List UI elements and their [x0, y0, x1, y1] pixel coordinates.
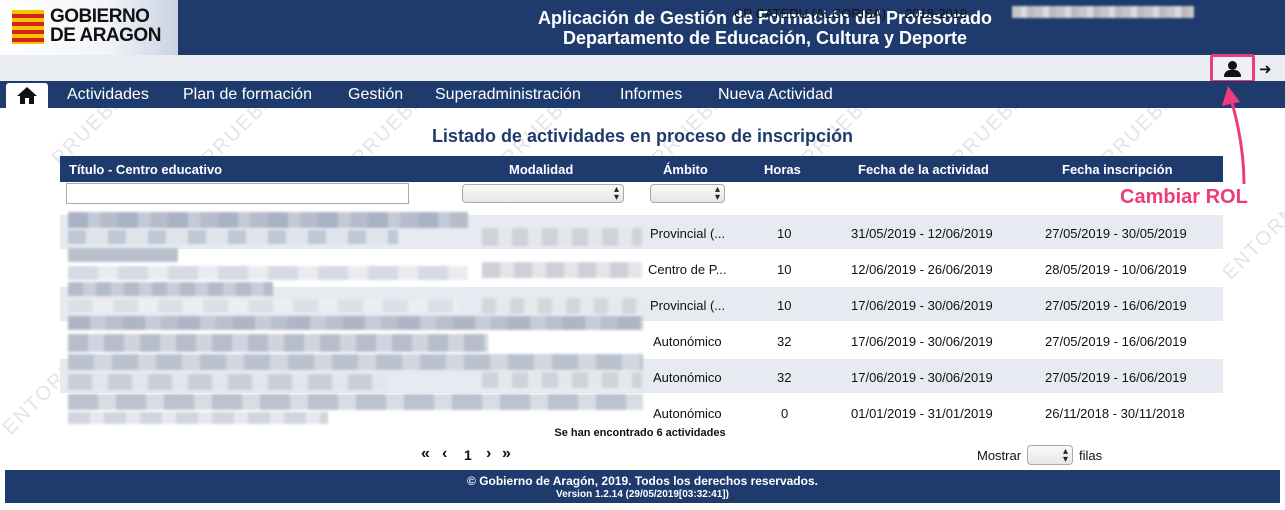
school-name: CP CATEDU (ALCORISA)	[734, 6, 886, 21]
column-header-titulo[interactable]: Título - Centro educativo	[69, 162, 222, 177]
row-horas: 32	[777, 334, 792, 349]
logo-text-line2: DE ARAGON	[50, 25, 161, 46]
row-fecha-actividad: 12/06/2019 - 26/06/2019	[851, 262, 993, 277]
column-header-horas[interactable]: Horas	[764, 162, 801, 177]
table-header	[60, 156, 1223, 182]
user-name-redacted	[1012, 6, 1194, 18]
row-ambito: Centro de P...	[648, 262, 727, 277]
info-bar	[0, 55, 1285, 81]
row-ambito: Provincial (...	[650, 298, 726, 313]
row-horas: 10	[777, 262, 792, 277]
column-header-modalidad[interactable]: Modalidad	[509, 162, 573, 177]
current-page[interactable]: 1	[464, 447, 472, 463]
app-title-line2: Departamento de Educación, Cultura y Dep…	[562, 28, 968, 48]
logout-icon[interactable]: ➜	[1259, 60, 1272, 78]
row-fecha-inscripcion: 26/11/2018 - 30/11/2018	[1045, 406, 1185, 421]
row-ambito: Autonómico	[653, 334, 722, 349]
row-fecha-inscripcion: 27/05/2019 - 16/06/2019	[1045, 298, 1187, 313]
show-label: Mostrar	[977, 448, 1022, 463]
column-header-fecha-actividad[interactable]: Fecha de la actividad	[858, 162, 989, 177]
select-arrows-icon: ▴ ▾	[714, 184, 720, 203]
title-filter-input[interactable]	[66, 183, 409, 204]
nav-item-actividades[interactable]: Actividades	[67, 86, 149, 104]
footer: © Gobierno de Aragón, 2019. Todos los de…	[5, 470, 1280, 503]
column-header-fecha-inscripcion[interactable]: Fecha inscripción	[1062, 162, 1173, 177]
row-fecha-actividad: 01/01/2019 - 31/01/2019	[851, 406, 993, 421]
row-horas: 32	[777, 370, 792, 385]
rows-label: filas	[1079, 448, 1103, 463]
column-header-ambito[interactable]: Ámbito	[663, 162, 708, 177]
row-fecha-inscripcion: 27/05/2019 - 30/05/2019	[1045, 226, 1187, 241]
row-horas: 10	[777, 298, 792, 313]
annotation-arrow-icon	[1222, 86, 1246, 185]
footer-version: Version 1.2.14 (29/05/2019[03:32:41])	[556, 489, 729, 500]
row-ambito: Autonómico	[653, 370, 722, 385]
rows-per-page-select[interactable]: ▴ ▾	[1027, 445, 1073, 465]
aragon-flag-icon	[12, 10, 44, 44]
first-page-button[interactable]: «	[421, 445, 430, 463]
row-fecha-actividad: 17/06/2019 - 30/06/2019	[851, 334, 993, 349]
nav-item-superadministracion[interactable]: Superadministración	[435, 86, 581, 104]
redacted-title-cells	[68, 212, 468, 228]
row-horas: 0	[781, 406, 789, 421]
row-ambito: Provincial (...	[650, 226, 726, 241]
modalidad-filter-select[interactable]: ▴ ▾	[462, 184, 624, 203]
redacted-modalidad-cells	[482, 228, 642, 246]
change-role-annotation: Cambiar ROL	[1120, 186, 1248, 208]
select-arrows-icon: ▴ ▾	[613, 184, 619, 203]
footer-copyright: © Gobierno de Aragón, 2019. Todos los de…	[467, 474, 818, 488]
logo-text-line1: GOBIERNO	[50, 6, 150, 27]
home-button[interactable]	[6, 83, 48, 108]
prev-page-button[interactable]: ‹	[442, 445, 447, 463]
select-arrows-icon: ▴ ▾	[1062, 446, 1068, 465]
row-fecha-actividad: 31/05/2019 - 12/06/2019	[851, 226, 993, 241]
row-fecha-actividad: 17/06/2019 - 30/06/2019	[851, 298, 993, 313]
school-year: 2018-2019	[905, 6, 968, 21]
ambito-filter-select[interactable]: ▴ ▾	[650, 184, 725, 203]
gobierno-aragon-logo: GOBIERNO DE ARAGON	[0, 0, 178, 55]
row-ambito: Autonómico	[653, 406, 722, 421]
row-horas: 10	[777, 226, 792, 241]
results-count: Se han encontrado 6 actividades	[554, 427, 726, 439]
row-fecha-actividad: 17/06/2019 - 30/06/2019	[851, 370, 993, 385]
row-fecha-inscripcion: 27/05/2019 - 16/06/2019	[1045, 334, 1187, 349]
next-page-button[interactable]: ›	[486, 445, 491, 463]
row-fecha-inscripcion: 27/05/2019 - 16/06/2019	[1045, 370, 1187, 385]
nav-item-plan-formacion[interactable]: Plan de formación	[183, 86, 312, 104]
last-page-button[interactable]: »	[502, 445, 511, 463]
nav-item-informes[interactable]: Informes	[620, 86, 682, 104]
nav-item-gestion[interactable]: Gestión	[348, 86, 403, 104]
page-title: Listado de actividades en proceso de ins…	[431, 126, 854, 146]
nav-item-nueva-actividad[interactable]: Nueva Actividad	[718, 86, 833, 104]
row-fecha-inscripcion: 28/05/2019 - 10/06/2019	[1045, 262, 1187, 277]
change-role-button[interactable]	[1210, 54, 1255, 83]
user-icon	[1228, 61, 1237, 70]
home-icon	[17, 87, 37, 104]
